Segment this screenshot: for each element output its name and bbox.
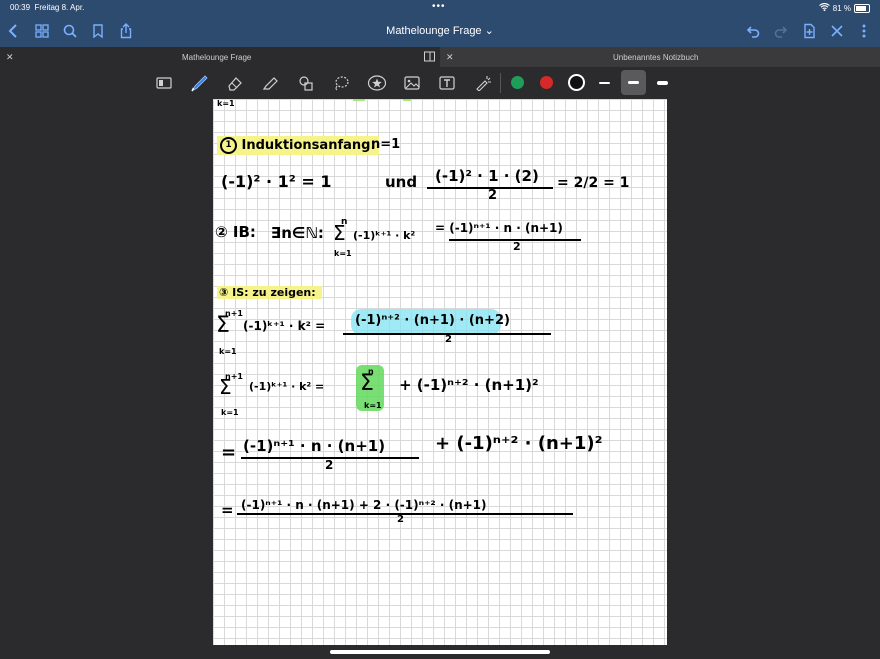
multitasking-dots-icon[interactable]: ••• xyxy=(432,1,446,12)
laser-pointer-icon[interactable] xyxy=(474,75,492,92)
more-icon[interactable] xyxy=(855,22,873,40)
step1-heading: 1 Induktionsanfang: xyxy=(217,136,379,155)
stroke-medium-line xyxy=(628,81,639,84)
tab-mathelounge[interactable]: ✕ Mathelounge Frage xyxy=(0,47,440,67)
l5-box-bottom: k=1 xyxy=(364,401,382,410)
step3-heading: ③ IS: zu zeigen: xyxy=(217,286,322,299)
base-case-left: (-1)² · 1² = 1 xyxy=(221,172,332,191)
base-case-right: = 2/2 = 1 xyxy=(557,175,630,191)
l6-equals: = xyxy=(221,442,237,463)
l7-equals: = xyxy=(221,501,234,519)
l6-denominator: 2 xyxy=(325,458,334,472)
l5-sum-bottom: k=1 xyxy=(221,408,239,417)
step2-sum-bottom: k=1 xyxy=(334,249,352,258)
color-green-swatch[interactable] xyxy=(511,76,524,89)
lasso-icon[interactable] xyxy=(332,75,350,91)
highlight-fragment xyxy=(403,99,411,101)
top-fragment-text: k=1 xyxy=(217,99,235,108)
split-view-icon[interactable] xyxy=(424,51,435,64)
shapes-icon[interactable] xyxy=(297,75,315,91)
sum-symbol-icon: Σ xyxy=(360,371,374,396)
sum-symbol-icon: Σ xyxy=(219,375,232,399)
l4-numerator: (-1)ⁿ⁺² · (n+1) · (n+2) xyxy=(355,313,510,328)
nav-bar: Mathelounge Frage ⌄ xyxy=(0,16,880,47)
tab-bar: ✕ Mathelounge Frage ✕ Unbenanntes Notizb… xyxy=(0,47,880,67)
step2-term: (-1)ᵏ⁺¹ · k² xyxy=(353,229,416,242)
stroke-medium-option[interactable] xyxy=(621,70,646,95)
status-time: 00:39 Freitag 8. Apr. xyxy=(10,3,85,12)
battery-percent: 81 % xyxy=(832,3,851,13)
close-icon[interactable] xyxy=(828,22,846,40)
l5-rest: + (-1)ⁿ⁺² · (n+1)² xyxy=(399,376,539,394)
undo-icon[interactable] xyxy=(744,22,762,40)
home-indicator[interactable] xyxy=(330,650,550,654)
step2-denominator: 2 xyxy=(513,240,521,253)
l6-numerator: (-1)ⁿ⁺¹ · n · (n+1) xyxy=(243,437,386,455)
status-bar: 00:39 Freitag 8. Apr. ••• 81 % xyxy=(0,0,880,16)
fraction-line xyxy=(237,513,573,515)
redo-icon[interactable] xyxy=(772,22,790,40)
stroke-thick-option[interactable] xyxy=(657,81,668,85)
tab-close-icon[interactable]: ✕ xyxy=(6,52,14,63)
l4-sum-bottom: k=1 xyxy=(219,347,237,356)
eraser-icon[interactable] xyxy=(226,75,244,91)
color-black-swatch[interactable] xyxy=(568,74,585,91)
drawing-toolbar xyxy=(0,67,880,99)
l4-denominator: 2 xyxy=(445,334,452,345)
tab-title: Unbenanntes Notizbuch xyxy=(613,53,699,62)
base-case-und: und xyxy=(385,173,418,191)
battery-icon xyxy=(854,3,870,13)
circled-one-icon: 1 xyxy=(220,137,237,154)
step2-numerator: = (-1)ⁿ⁺¹ · n · (n+1) xyxy=(435,221,563,235)
tab-notebook[interactable]: ✕ Unbenanntes Notizbuch xyxy=(440,47,880,67)
add-page-icon[interactable] xyxy=(800,22,818,40)
base-case-denominator: 2 xyxy=(488,188,498,203)
l7-denominator: 2 xyxy=(397,514,404,525)
color-red-swatch[interactable] xyxy=(540,76,553,89)
sum-symbol-icon: Σ xyxy=(333,221,346,245)
l5-term: (-1)ᵏ⁺¹ · k² = xyxy=(249,380,325,393)
sum-symbol-icon: Σ xyxy=(216,313,230,338)
highlight-fragment xyxy=(353,99,365,101)
l7-numerator: (-1)ⁿ⁺¹ · n · (n+1) + 2 · (-1)ⁿ⁺² · (n+1… xyxy=(241,498,487,512)
notebook-page[interactable]: k=1 1 Induktionsanfang: n=1 (-1)² · 1² =… xyxy=(213,99,667,645)
image-icon[interactable] xyxy=(403,75,421,91)
toolbar-divider xyxy=(500,73,501,93)
tab-title: Mathelounge Frage xyxy=(182,53,252,62)
pen-tool-icon[interactable] xyxy=(188,72,208,92)
reading-mode-icon[interactable] xyxy=(155,75,173,91)
base-case-numerator: (-1)² · 1 · (2) xyxy=(435,167,539,185)
l6-rest: + (-1)ⁿ⁺² · (n+1)² xyxy=(435,433,603,454)
text-tool-icon[interactable] xyxy=(438,75,456,91)
stroke-thin-option[interactable] xyxy=(599,82,610,84)
l4-term: (-1)ᵏ⁺¹ · k² = xyxy=(243,319,326,333)
step2-heading: ② IB: xyxy=(215,223,256,241)
step2-quantifier: ∃n∈ℕ: xyxy=(271,224,324,242)
wifi-icon xyxy=(818,2,830,13)
status-right: 81 % xyxy=(818,2,870,13)
tab-close-icon[interactable]: ✕ xyxy=(446,52,454,63)
step1-condition: n=1 xyxy=(371,137,401,152)
sticker-star-icon[interactable] xyxy=(367,75,387,91)
highlighter-icon[interactable] xyxy=(261,75,279,91)
